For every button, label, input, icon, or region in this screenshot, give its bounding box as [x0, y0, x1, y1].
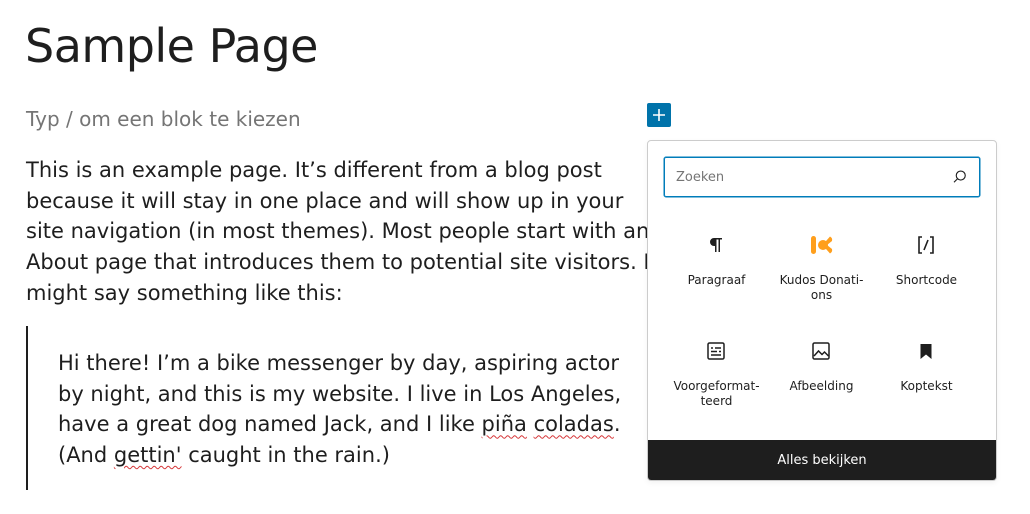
- quote-text[interactable]: Hi there! I’m a bike messenger by day, a…: [58, 348, 638, 471]
- block-type-label: Afbeelding: [789, 379, 854, 393]
- block-type-kudos-donations[interactable]: Kudos Donati-ons: [769, 221, 874, 321]
- block-type-image[interactable]: Afbeelding: [769, 327, 874, 427]
- block-inserter-popover: Paragraaf Kudos Donati-ons Shortcode: [647, 140, 997, 481]
- misspelled-word: coladas: [533, 412, 614, 437]
- block-type-label: Koptekst: [900, 379, 953, 393]
- misspelled-word: gettin': [113, 443, 182, 468]
- quote-text-segment: caught in the rain.): [181, 443, 390, 468]
- paragraph-block[interactable]: This is an example page. It’s different …: [26, 155, 666, 309]
- empty-block-placeholder[interactable]: Typ / om een blok te kiezen: [26, 105, 301, 133]
- block-type-label: Voorgeformat-teerd: [673, 379, 760, 408]
- preformatted-icon: [707, 342, 725, 360]
- plus-icon: [653, 109, 665, 121]
- block-type-label: Kudos Donati-ons: [779, 273, 864, 302]
- browse-all-button[interactable]: Alles bekijken: [648, 440, 996, 480]
- block-type-label: Shortcode: [895, 273, 958, 287]
- block-type-preformatted[interactable]: Voorgeformat-teerd: [664, 327, 769, 427]
- shortcode-icon: [918, 236, 934, 254]
- paragraph-icon: [710, 238, 722, 252]
- block-inserter-toggle-button[interactable]: [647, 103, 671, 127]
- block-type-heading[interactable]: Koptekst: [874, 327, 979, 427]
- misspelled-word: piña: [481, 412, 527, 437]
- editor-canvas: Sample Page Typ / om een blok te kiezen …: [0, 0, 1030, 514]
- search-icon: [953, 170, 966, 183]
- block-type-label: Paragraaf: [687, 273, 746, 287]
- kudos-donations-icon: [811, 236, 833, 254]
- block-search: [664, 157, 980, 197]
- block-type-paragraph[interactable]: Paragraaf: [664, 221, 769, 321]
- image-icon: [812, 342, 830, 360]
- page-title[interactable]: Sample Page: [25, 18, 318, 74]
- heading-bookmark-icon: [920, 344, 932, 359]
- quote-block[interactable]: Hi there! I’m a bike messenger by day, a…: [26, 326, 626, 490]
- block-type-shortcode[interactable]: Shortcode: [874, 221, 979, 321]
- quote-text-segment: [527, 412, 534, 436]
- block-search-input[interactable]: [665, 158, 945, 196]
